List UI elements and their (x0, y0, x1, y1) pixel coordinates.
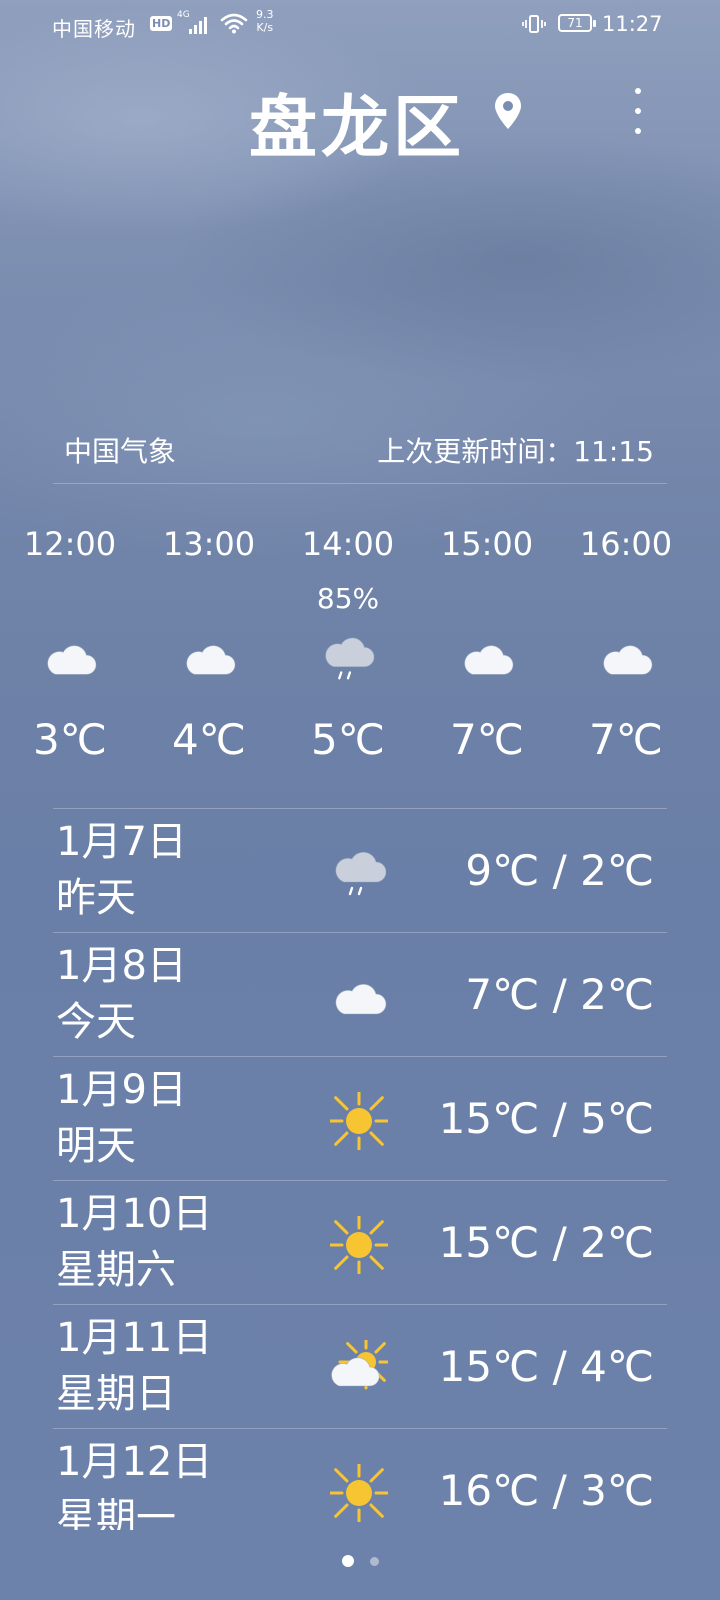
network-type: 4G (177, 10, 190, 20)
day-date: 1月7日 (56, 819, 187, 865)
hour-precip: 85% (316, 582, 380, 615)
hour-temp: 5℃ (311, 715, 385, 764)
sun-icon (324, 1086, 394, 1156)
daily-forecast[interactable]: 1月7日 昨天 9℃ / 2℃ 1月8日 今天 7℃ / 2℃ 1月9日 明天 … (0, 808, 720, 1530)
day-temp-range: 16℃ / 3℃ (438, 1466, 654, 1515)
daily-row[interactable]: 1月11日 星期日 15℃ / 4℃ (0, 1304, 720, 1428)
day-label: 星期六 (56, 1247, 176, 1293)
day-temp-range: 9℃ / 2℃ (465, 846, 654, 895)
hourly-forecast[interactable]: 12:00 3℃ 13:00 4℃ 14:00 85% 5℃ 15:00 7℃ … (0, 525, 720, 785)
day-temp-range: 15℃ / 5℃ (438, 1094, 654, 1143)
hour-temp: 4℃ (172, 715, 246, 764)
cloud-icon (330, 968, 388, 1026)
vibrate-icon (522, 15, 546, 33)
day-date: 1月8日 (56, 943, 187, 989)
signal-icon (189, 14, 213, 34)
day-temp-range: 15℃ / 2℃ (438, 1218, 654, 1267)
hour-time: 12:00 (23, 525, 117, 563)
hour-temp: 7℃ (589, 715, 663, 764)
daily-row[interactable]: 1月9日 明天 15℃ / 5℃ (0, 1056, 720, 1180)
divider (53, 483, 667, 484)
day-label: 今天 (56, 999, 136, 1045)
partly-cloudy-icon (330, 1334, 394, 1398)
day-temp-range: 15℃ / 4℃ (438, 1342, 654, 1391)
page-indicator[interactable] (0, 1555, 720, 1569)
day-temp-range: 7℃ / 2℃ (465, 970, 654, 1019)
daily-row[interactable]: 1月12日 星期一 16℃ / 3℃ (0, 1428, 720, 1530)
day-label: 昨天 (56, 875, 136, 921)
hour-time: 15:00 (440, 525, 534, 563)
cloud-icon (459, 630, 515, 686)
wifi-icon (220, 13, 248, 34)
speed-unit: K/s (256, 21, 274, 34)
rain-cloud-icon (320, 630, 376, 686)
daily-row[interactable]: 1月10日 星期六 15℃ / 2℃ (0, 1180, 720, 1304)
location-pin-icon[interactable] (492, 91, 524, 131)
carrier-name: 中国移动 (52, 17, 136, 41)
page-dot[interactable] (342, 1555, 354, 1567)
day-date: 1月10日 (56, 1191, 213, 1237)
hour-time: 16:00 (579, 525, 673, 563)
city-name[interactable]: 盘龙区 (0, 72, 720, 171)
day-label: 星期一 (56, 1495, 176, 1530)
day-date: 1月12日 (56, 1439, 213, 1485)
hd-badge: HD (150, 16, 173, 31)
hour-temp: 7℃ (450, 715, 524, 764)
daily-row[interactable]: 1月7日 昨天 9℃ / 2℃ (0, 808, 720, 932)
sun-icon (324, 1210, 394, 1280)
rain-cloud-icon (330, 844, 388, 902)
battery-level: 71 (567, 16, 583, 30)
network-speed: 9.3 K/s (256, 8, 274, 34)
day-date: 1月9日 (56, 1067, 187, 1113)
day-date: 1月11日 (56, 1315, 213, 1361)
data-source: 中国气象 (64, 435, 177, 468)
hour-time: 14:00 (301, 525, 395, 563)
last-update-time: 上次更新时间：11:15 (377, 435, 654, 468)
day-label: 明天 (56, 1123, 136, 1169)
page-dot[interactable] (369, 1557, 379, 1566)
hour-temp: 3℃ (33, 715, 107, 764)
cloud-icon (598, 630, 654, 686)
daily-row[interactable]: 1月8日 今天 7℃ / 2℃ (0, 932, 720, 1056)
hour-time: 13:00 (162, 525, 256, 563)
battery-icon: 71 (558, 14, 596, 32)
sun-icon (324, 1458, 394, 1528)
cloud-icon (181, 630, 237, 686)
day-label: 星期日 (56, 1371, 176, 1417)
cloud-icon (42, 630, 98, 686)
more-menu-icon[interactable] (628, 86, 648, 136)
speed-value: 9.3 (256, 8, 274, 21)
status-time: 11:27 (602, 12, 663, 36)
status-bar: 中国移动 HD 4G 9.3 K/s 71 11:27 (0, 0, 720, 50)
